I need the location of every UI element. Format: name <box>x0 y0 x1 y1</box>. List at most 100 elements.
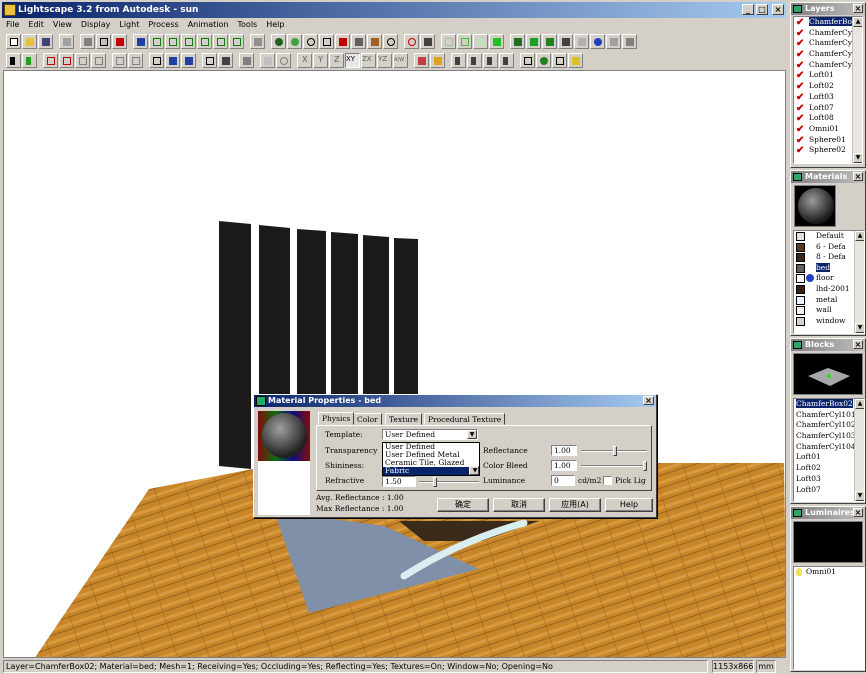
globe-2-icon[interactable] <box>536 52 551 68</box>
check-icon[interactable]: ✔ <box>796 82 806 92</box>
luminaire-item[interactable]: Omni01 <box>794 567 864 578</box>
pick-light-checkbox[interactable] <box>603 476 612 485</box>
template-select[interactable]: User Defined <box>382 429 478 440</box>
menu-light[interactable]: Light <box>119 18 139 31</box>
properties-icon[interactable] <box>96 33 111 49</box>
menu-help[interactable]: Help <box>266 18 284 31</box>
scroll-up-icon[interactable]: ▲ <box>853 17 862 27</box>
check-icon[interactable]: ✔ <box>796 50 806 60</box>
materials-close-button[interactable]: × <box>853 172 863 181</box>
solution-3-icon[interactable] <box>542 33 557 49</box>
pick-icon[interactable] <box>149 52 164 68</box>
layer-add-icon[interactable] <box>218 52 233 68</box>
figure-icon[interactable] <box>483 52 498 68</box>
color-bleed-slider[interactable] <box>581 461 647 471</box>
paint-icon[interactable] <box>430 52 445 68</box>
select-view-icon[interactable] <box>133 33 148 49</box>
orbit-icon[interactable] <box>287 33 302 49</box>
tab-procedural-texture[interactable]: Procedural Texture <box>424 413 506 425</box>
menu-edit[interactable]: Edit <box>28 18 44 31</box>
solution-2-icon[interactable] <box>526 33 541 49</box>
check-icon[interactable]: ✔ <box>796 146 806 156</box>
eye-icon[interactable] <box>271 33 286 49</box>
menu-process[interactable]: Process <box>148 18 178 31</box>
refractive-field[interactable]: 1.50 <box>382 476 416 487</box>
scroll-down-icon[interactable]: ▼ <box>853 153 862 163</box>
check-icon[interactable]: ✔ <box>796 28 806 38</box>
dropdown-scroll-icon[interactable]: ▼ <box>469 466 479 475</box>
cancel-button[interactable]: 取消 <box>493 498 545 512</box>
new-file-icon[interactable] <box>6 33 21 49</box>
luminaires-list[interactable]: Omni01 <box>793 566 865 670</box>
luminance-field[interactable]: 0 <box>551 475 575 486</box>
select-box-3-icon[interactable] <box>75 52 90 68</box>
reflectance-field[interactable]: 1.00 <box>551 445 577 456</box>
axis-zx-button[interactable]: ZX <box>361 52 376 68</box>
solution-icon[interactable] <box>510 33 525 49</box>
materials-list[interactable]: Default 6 - Defa 8 - Defa bed floor lhd-… <box>793 230 865 334</box>
zoom-icon[interactable] <box>303 33 318 49</box>
run-icon[interactable] <box>451 52 466 68</box>
color-bleed-field[interactable]: 1.00 <box>551 460 577 471</box>
menu-display[interactable]: Display <box>81 18 111 31</box>
check-icon[interactable]: ✔ <box>796 124 806 134</box>
globe-icon[interactable] <box>590 33 605 49</box>
slider-thumb[interactable] <box>433 477 437 487</box>
apply-button[interactable]: 应用(A) <box>549 498 601 512</box>
pick-2-icon[interactable] <box>165 52 180 68</box>
flat-shade-icon[interactable] <box>473 33 488 49</box>
select-box-4-icon[interactable] <box>91 52 106 68</box>
gray-block-icon[interactable] <box>574 33 589 49</box>
copy-icon[interactable] <box>112 52 127 68</box>
tab-color[interactable]: Color <box>353 413 382 425</box>
open-folder-icon[interactable] <box>22 33 37 49</box>
scroll-up-icon[interactable]: ▲ <box>855 399 864 409</box>
cube-view-5-icon[interactable] <box>213 33 228 49</box>
menu-view[interactable]: View <box>53 18 72 31</box>
chart-icon[interactable] <box>552 52 567 68</box>
rotate-icon[interactable] <box>383 33 398 49</box>
dolly-icon[interactable] <box>351 33 366 49</box>
save-icon[interactable] <box>38 33 53 49</box>
walk-icon[interactable] <box>367 33 382 49</box>
slider-thumb[interactable] <box>643 461 647 471</box>
check-icon[interactable]: ✔ <box>796 60 806 70</box>
cube-view-4-icon[interactable] <box>197 33 212 49</box>
walk-figure-icon[interactable] <box>467 52 482 68</box>
tab-texture[interactable]: Texture <box>385 413 422 425</box>
layer-icon[interactable] <box>202 52 217 68</box>
help-button[interactable]: Help <box>605 498 653 512</box>
axis-y-button[interactable]: Y <box>313 52 328 68</box>
maximize-button[interactable]: □ <box>756 4 768 15</box>
menu-tools[interactable]: Tools <box>238 18 258 31</box>
blocks-close-button[interactable]: × <box>853 340 863 349</box>
check-icon[interactable]: ✔ <box>796 114 806 124</box>
refractive-slider[interactable] <box>419 477 479 487</box>
transform-icon[interactable] <box>260 52 275 68</box>
layers-scrollbar[interactable]: ▲ ▼ <box>852 17 862 163</box>
view-fit-icon[interactable] <box>420 33 435 49</box>
blocks-scrollbar[interactable]: ▲ ▼ <box>854 399 864 501</box>
materials-scrollbar[interactable]: ▲ ▼ <box>854 231 864 333</box>
axis-xy-button[interactable]: XY <box>345 52 360 68</box>
print-icon[interactable] <box>80 33 95 49</box>
menu-file[interactable]: File <box>6 18 19 31</box>
luminaires-close-button[interactable]: × <box>853 508 863 517</box>
tab-physics[interactable]: Physics <box>318 412 355 425</box>
light-bulb-icon[interactable] <box>606 33 621 49</box>
template-option[interactable]: Fabric <box>383 467 479 475</box>
select-box-2-icon[interactable] <box>59 52 74 68</box>
axis-aw-button[interactable]: A/W <box>393 52 408 68</box>
close-button[interactable]: × <box>772 4 784 15</box>
rotate-object-icon[interactable] <box>276 52 291 68</box>
template-dropdown[interactable]: User Defined User Defined Metal Ceramic … <box>382 442 480 476</box>
axis-x-button[interactable]: X <box>297 52 312 68</box>
hidden-line-icon[interactable] <box>457 33 472 49</box>
help-context-icon[interactable] <box>112 33 127 49</box>
context-help-icon[interactable] <box>568 52 583 68</box>
paste-icon[interactable] <box>128 52 143 68</box>
check-icon[interactable]: ✔ <box>796 71 806 81</box>
figure-2-icon[interactable] <box>499 52 514 68</box>
pan-icon[interactable] <box>335 33 350 49</box>
scroll-down-icon[interactable]: ▼ <box>855 491 864 501</box>
